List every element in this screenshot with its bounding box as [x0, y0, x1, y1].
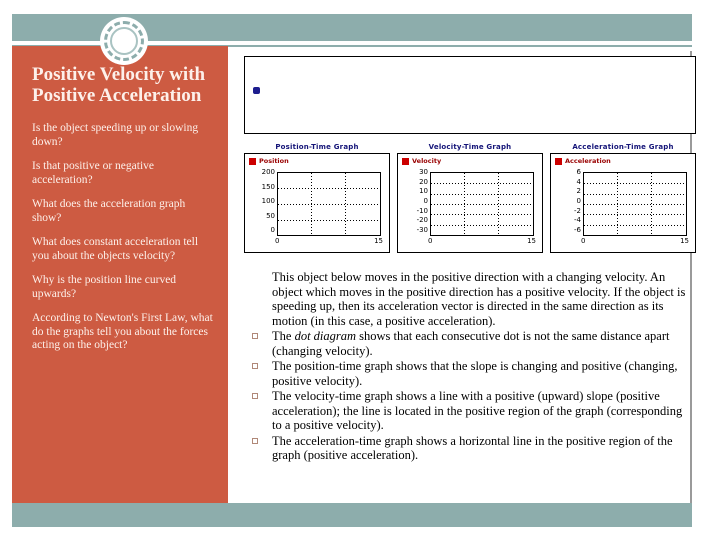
bullet-text-pre: The — [272, 329, 295, 343]
position-time-chart: Position-Time Graph Position 200 150 100… — [244, 141, 390, 263]
y-tick: 4 — [576, 177, 581, 186]
y-tick: 20 — [419, 177, 428, 186]
y-tick: 100 — [261, 197, 275, 205]
y-tick: 10 — [419, 187, 428, 196]
y-tick: 200 — [261, 168, 275, 176]
plot-area — [583, 172, 687, 236]
intro-paragraph: This object below moves in the positive … — [272, 270, 686, 328]
plot-wrapper: 30 20 10 0 -10 -20 -30 0 15 — [398, 169, 544, 254]
x-tick: 0 — [581, 237, 586, 245]
y-tick: -6 — [574, 225, 581, 234]
x-axis-ticks: 0 15 — [581, 237, 689, 245]
legend-label: Acceleration — [565, 157, 611, 165]
bullet-item-velocity-graph: The velocity-time graph shows a line wit… — [244, 389, 692, 433]
x-axis-ticks: 0 15 — [428, 237, 536, 245]
question-item: According to Newton's First Law, what do… — [32, 312, 213, 351]
x-tick: 15 — [527, 237, 536, 245]
y-tick: 0 — [270, 226, 275, 234]
legend-swatch-icon — [249, 157, 256, 165]
y-tick: -30 — [416, 225, 428, 234]
plot-wrapper: 200 150 100 50 0 0 15 — [245, 169, 391, 254]
x-tick: 15 — [680, 237, 689, 245]
chart-title: Velocity-Time Graph — [428, 143, 512, 151]
velocity-time-chart: Velocity-Time Graph Velocity 30 20 10 0 … — [397, 141, 543, 263]
bullet-list: The dot diagram shows that each consecut… — [244, 329, 692, 463]
bullet-square-icon — [252, 437, 258, 444]
y-tick: 50 — [266, 211, 275, 220]
bullet-square-icon — [252, 363, 258, 369]
y-tick: -4 — [574, 216, 581, 225]
decorative-ring-inner — [110, 27, 138, 55]
bullet-text: The acceleration-time graph shows a hori… — [272, 433, 673, 463]
y-tick: 6 — [576, 168, 581, 176]
x-tick: 15 — [374, 237, 383, 245]
charts-row: Position-Time Graph Position 200 150 100… — [244, 141, 696, 263]
y-axis-ticks: 6 4 2 0 -2 -4 -6 — [551, 168, 581, 236]
question-item: Is that positive or negative acceleratio… — [32, 160, 154, 186]
y-axis-ticks: 200 150 100 50 0 — [245, 168, 275, 236]
y-axis-ticks: 30 20 10 0 -10 -20 -30 — [398, 168, 428, 236]
question-item: What does the acceleration graph show? — [32, 198, 186, 224]
legend-swatch-icon — [402, 157, 409, 165]
chart-frame: Position 200 150 100 50 0 0 15 — [244, 153, 390, 253]
chart-legend: Velocity — [402, 157, 441, 165]
legend-label: Position — [259, 157, 289, 165]
chart-frame: Acceleration 6 4 2 0 -2 -4 -6 0 15 — [550, 153, 696, 253]
y-tick: -20 — [416, 216, 428, 225]
bullet-item-dot-diagram: The dot diagram shows that each consecut… — [244, 329, 692, 358]
y-tick: 150 — [261, 182, 275, 191]
plot-area — [277, 172, 381, 236]
bullet-item-acceleration-graph: The acceleration-time graph shows a hori… — [244, 434, 692, 463]
page-title: Positive Velocity with Positive Accelera… — [32, 64, 206, 106]
plot-area — [430, 172, 534, 236]
left-question-panel: Positive Velocity with Positive Accelera… — [12, 46, 228, 503]
x-axis-ticks: 0 15 — [275, 237, 383, 245]
bullet-square-icon — [252, 333, 258, 339]
y-tick: 0 — [576, 196, 581, 205]
y-tick: 2 — [576, 187, 581, 196]
y-tick: 0 — [423, 196, 428, 205]
y-tick: -10 — [416, 206, 428, 215]
dot-diagram-dot — [253, 87, 260, 94]
bullet-item-position-graph: The position-time graph shows that the s… — [244, 359, 692, 388]
dot-diagram — [244, 56, 696, 134]
chart-title: Acceleration-Time Graph — [572, 143, 674, 151]
y-tick: 30 — [419, 168, 428, 176]
question-item: Why is the position line curved upwards? — [32, 274, 177, 300]
bullet-text: The velocity-time graph shows a line wit… — [272, 389, 683, 432]
question-item: What does constant acceleration tell you… — [32, 236, 199, 262]
chart-legend: Position — [249, 157, 289, 165]
plot-wrapper: 6 4 2 0 -2 -4 -6 0 15 — [551, 169, 697, 254]
bullet-square-icon — [252, 393, 258, 399]
y-tick: -2 — [574, 206, 581, 215]
x-tick: 0 — [428, 237, 433, 245]
legend-label: Velocity — [412, 157, 442, 165]
bottom-teal-band — [12, 503, 692, 527]
slide-root: Positive Velocity with Positive Accelera… — [0, 0, 720, 540]
question-list: Is the object speeding up or slowing dow… — [32, 122, 214, 353]
bullet-text: The position-time graph shows that the s… — [272, 359, 678, 388]
question-item: Is the object speeding up or slowing dow… — [32, 122, 199, 148]
x-tick: 0 — [275, 237, 280, 245]
bullet-text-emphasis: dot diagram — [294, 329, 357, 343]
legend-swatch-icon — [555, 157, 562, 165]
chart-frame: Velocity 30 20 10 0 -10 -20 -30 0 15 — [397, 153, 543, 253]
body-text-block: This object below moves in the positive … — [244, 270, 692, 464]
chart-title: Position-Time Graph — [275, 143, 359, 151]
acceleration-time-chart: Acceleration-Time Graph Acceleration 6 4… — [550, 141, 696, 263]
chart-legend: Acceleration — [555, 157, 611, 165]
